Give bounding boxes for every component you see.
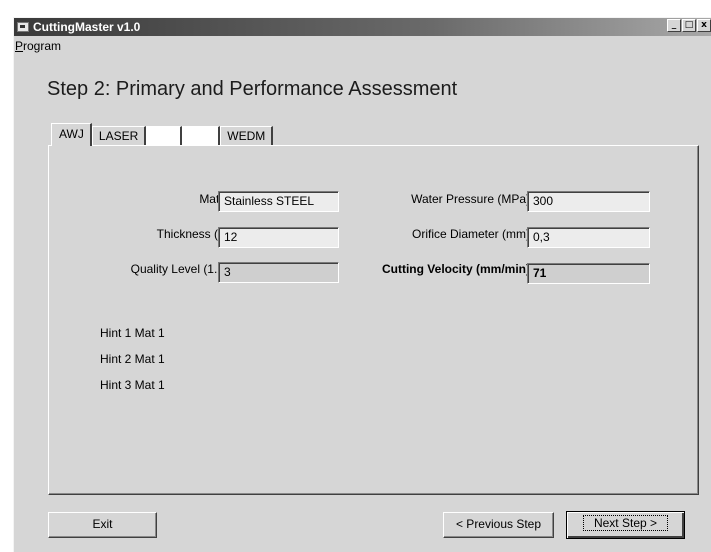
menu-bar: Program [14,37,711,55]
minimize-button[interactable]: _ [667,19,681,32]
cutting-velocity-field: 71 [527,263,650,284]
next-step-label: Next Step > [582,515,669,531]
title-bar: CuttingMaster v1.0 _ □ x [14,18,711,36]
window-controls: _ □ x [667,19,711,32]
water-pressure-label: Water Pressure (MPa) [411,192,530,206]
cutting-velocity-label: Cutting Velocity (mm/min) [381,262,530,276]
tab-strip: AWJ LASER WEDM [51,122,274,146]
page-title: Step 2: Primary and Performance Assessme… [47,78,458,100]
hint-1: Hint 1 Mat 1 [100,326,165,340]
hint-3: Hint 3 Mat 1 [100,378,165,392]
app-window: CuttingMaster v1.0 _ □ x Program Step 2:… [13,17,711,552]
material-field[interactable]: Stainless STEEL [218,191,339,212]
hint-2: Hint 2 Mat 1 [100,352,165,366]
app-icon [17,22,29,32]
window-title: CuttingMaster v1.0 [33,20,141,34]
quality-level-field: 3 [218,262,339,283]
orifice-diameter-label: Orifice Diameter (mm) [411,227,530,241]
next-step-button[interactable]: Next Step > [566,511,685,539]
close-button[interactable]: x [697,19,711,32]
water-pressure-field[interactable]: 300 [527,191,650,212]
tab-awj[interactable]: AWJ [51,123,92,146]
exit-button[interactable]: Exit [48,512,157,538]
tab-wedm[interactable]: WEDM [220,126,274,146]
menu-program[interactable]: Program [14,39,61,53]
menu-program-accelerator: P [15,39,24,53]
tab-laser[interactable]: LASER [91,126,147,146]
orifice-diameter-field[interactable]: 0,3 [527,227,650,248]
maximize-button[interactable]: □ [682,19,696,32]
thickness-field[interactable]: 12 [218,227,339,248]
tab-panel: Material Stainless STEEL Thickness (mm) … [48,145,699,495]
tab-blank-1[interactable] [146,126,183,146]
previous-step-button[interactable]: < Previous Step [443,512,554,538]
tab-blank-2[interactable] [182,126,221,146]
menu-program-label: rogram [23,39,62,53]
